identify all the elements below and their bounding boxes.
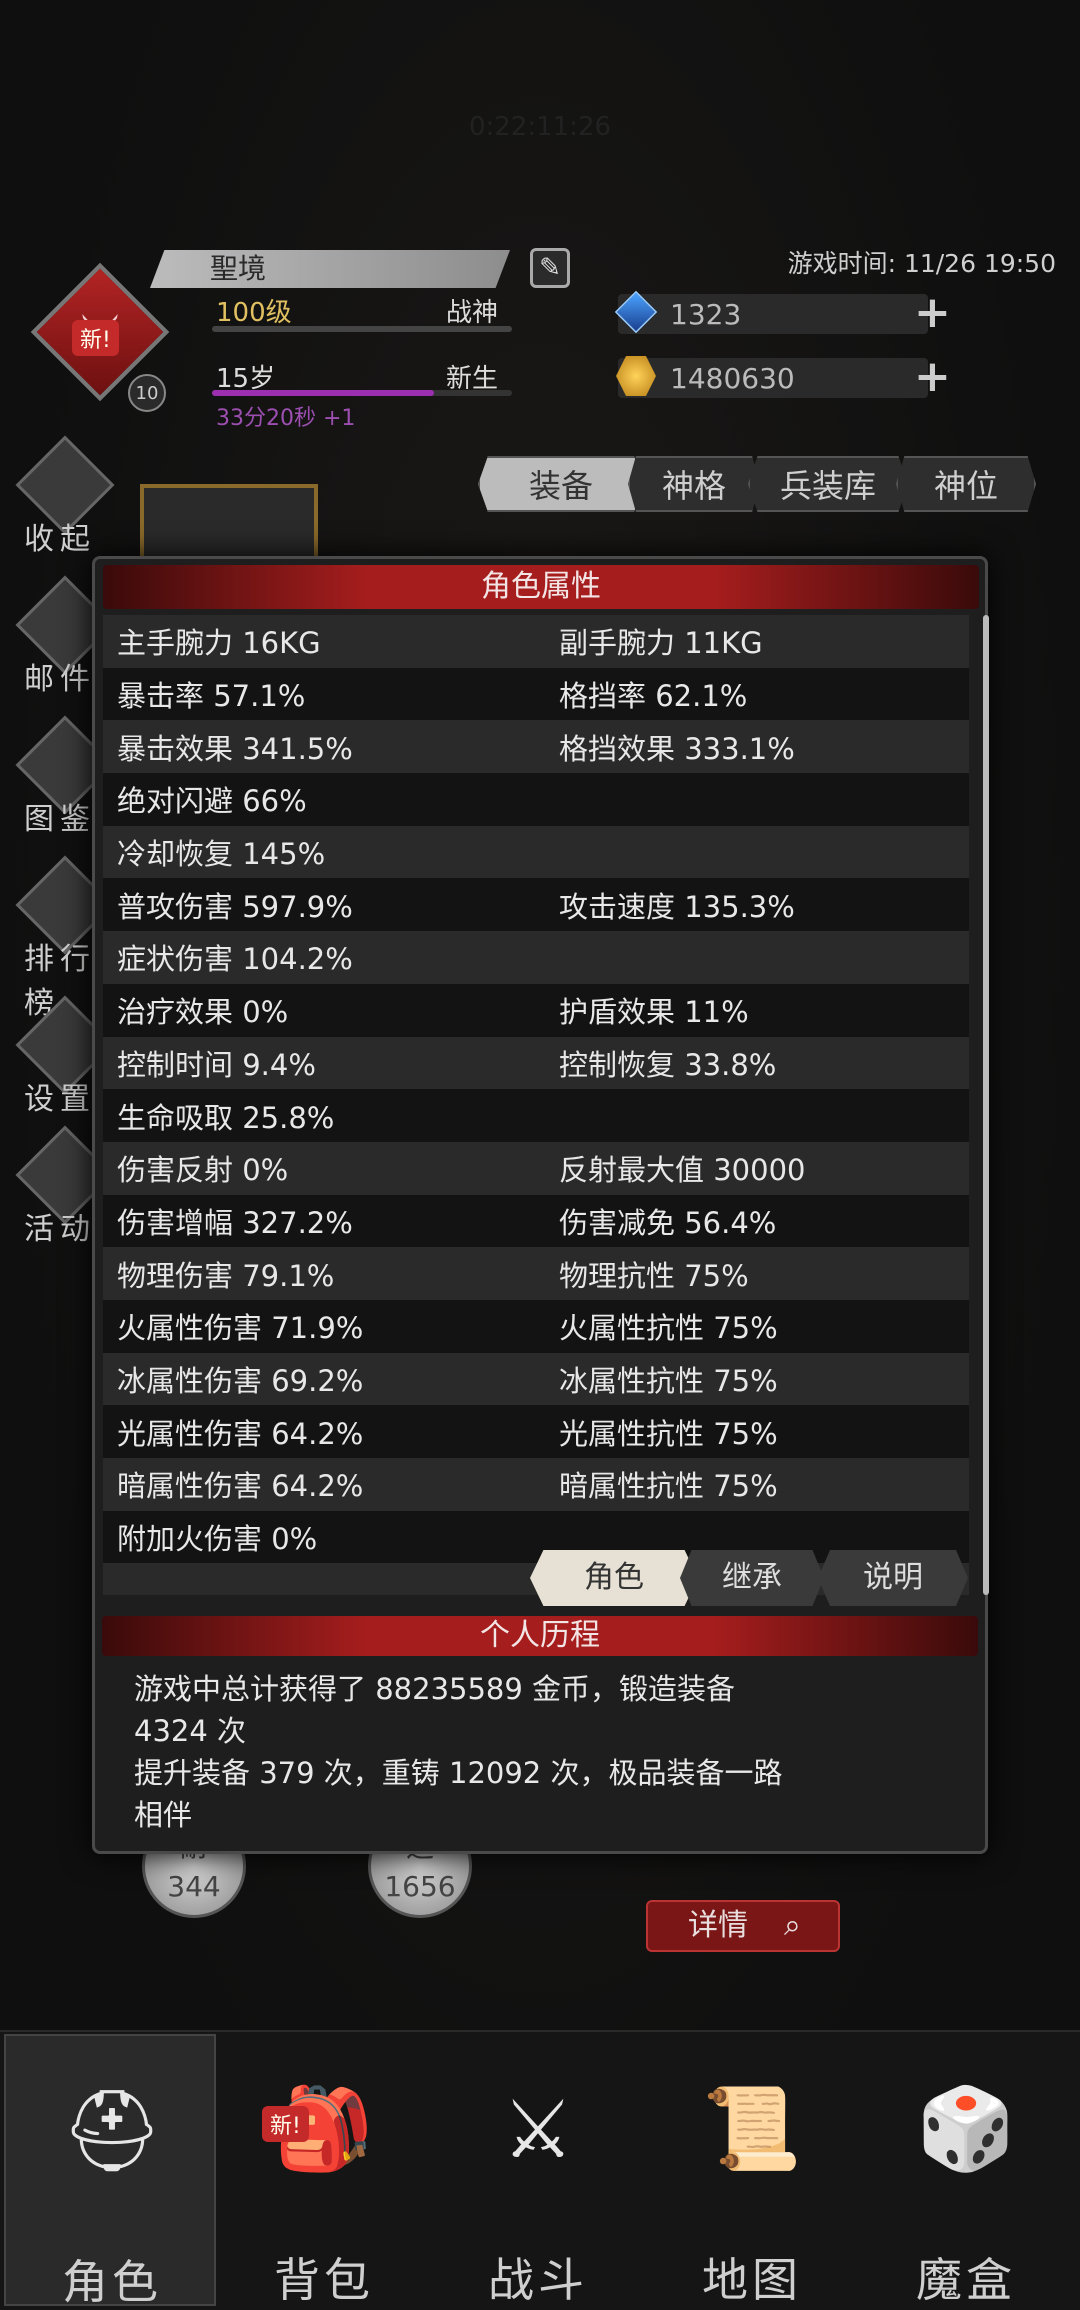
tab-divinity[interactable]: 神格 <box>628 456 760 512</box>
age-bar-fill <box>212 390 434 396</box>
attribute-left: 绝对闪避 66% <box>117 784 307 819</box>
attribute-right: 格挡率 62.1% <box>559 679 748 714</box>
attribute-left: 控制时间 9.4% <box>117 1047 316 1082</box>
add-coin-icon[interactable]: + <box>914 355 951 399</box>
attribute-row: 冰属性伤害 69.2% 冰属性抗性 75% <box>103 1352 969 1406</box>
attribute-right: 攻击速度 135.3% <box>559 889 795 924</box>
attribute-right: 护盾效果 11% <box>559 995 749 1030</box>
attribute-row: 光属性伤害 64.2% 光属性抗性 75% <box>103 1405 969 1458</box>
attribute-right: 副手腕力 11KG <box>559 626 763 661</box>
scrollbar[interactable] <box>983 615 989 1595</box>
attribute-row: 控制时间 9.4% 控制恢复 33.8% <box>103 1036 969 1090</box>
attribute-left: 暴击效果 341.5% <box>117 731 353 766</box>
attribute-right: 冰属性抗性 75% <box>559 1363 778 1398</box>
attribute-right: 物理抗性 75% <box>559 1258 749 1293</box>
add-gem-icon[interactable]: + <box>914 291 951 335</box>
exp-bar <box>212 326 512 332</box>
age-timer: 33分20秒 +1 <box>216 406 356 431</box>
tab-armory[interactable]: 兵装库 <box>748 456 908 512</box>
edit-icon[interactable]: ✎ <box>530 248 570 288</box>
attribute-left: 伤害增幅 327.2% <box>117 1205 353 1240</box>
subtab-explain[interactable]: 说明 <box>818 1550 968 1606</box>
backpack-new-tag: 新! <box>262 2106 309 2142</box>
magic-box-icon: 🎲 <box>916 2082 1016 2175</box>
side-collapse[interactable]: 收起 <box>14 435 118 557</box>
subtab-inherit[interactable]: 继承 <box>680 1550 824 1606</box>
nav-magic-box[interactable]: 🎲 魔盒 <box>860 2034 1072 2307</box>
nav-map[interactable]: 📜 地图 <box>646 2034 858 2307</box>
attribute-row: 暴击效果 341.5% 格挡效果 333.1% <box>103 720 969 774</box>
attribute-left: 主手腕力 16KG <box>117 626 321 661</box>
subtab-role[interactable]: 角色 <box>530 1550 698 1606</box>
gem-pill <box>618 294 928 334</box>
new-tag: 新! <box>72 320 119 356</box>
attribute-row: 症状伤害 104.2% <box>103 931 969 984</box>
attribute-row: 伤害增幅 327.2% 伤害减免 56.4% <box>103 1194 969 1248</box>
history-text: 游戏中总计获得了 88235589 金币，锻造装备 4324 次 提升装备 37… <box>134 1672 783 1832</box>
attribute-modal: 角色属性 主手腕力 16KG 副手腕力 11KG 暴击率 57.1% 格挡率 62.1… <box>92 556 989 1854</box>
attribute-left: 冰属性伤害 69.2% <box>117 1363 364 1398</box>
attribute-left: 物理伤害 79.1% <box>117 1258 335 1293</box>
attribute-row: 物理伤害 79.1% 物理抗性 75% <box>103 1247 969 1300</box>
attribute-row: 生命吸取 25.8% <box>103 1089 969 1142</box>
attribute-right: 火属性抗性 75% <box>559 1311 778 1346</box>
scroll-map-icon: 📜 <box>702 2082 802 2175</box>
attribute-row: 火属性伤害 71.9% 火属性抗性 75% <box>103 1299 969 1353</box>
tab-god-seat[interactable]: 神位 <box>896 456 1036 512</box>
gem-count: 1323 <box>670 298 742 331</box>
attribute-row: 主手腕力 16KG 副手腕力 11KG <box>103 615 969 668</box>
attribute-left: 暗属性伤害 64.2% <box>117 1469 364 1504</box>
attribute-row: 治疗效果 0% 护盾效果 11% <box>103 983 969 1037</box>
attribute-list[interactable]: 主手腕力 16KG 副手腕力 11KG 暴击率 57.1% 格挡率 62.1% 暴击效果… <box>103 615 969 1595</box>
player-level: 100级 <box>216 298 292 328</box>
level-badge: 10 <box>128 374 166 412</box>
tab-equipment[interactable]: 装备 <box>478 456 644 512</box>
nav-backpack[interactable]: 🎒 新! 背包 <box>218 2034 430 2307</box>
player-name: 聖境 <box>150 250 510 288</box>
attribute-row: 暴击率 57.1% 格挡率 62.1% <box>103 667 969 721</box>
attribute-left: 附加火伤害 0% <box>117 1522 318 1557</box>
modal-title: 角色属性 <box>103 565 979 609</box>
attribute-right: 伤害减免 56.4% <box>559 1205 777 1240</box>
attribute-right: 控制恢复 33.8% <box>559 1047 777 1082</box>
attribute-right: 暗属性抗性 75% <box>559 1469 778 1504</box>
attribute-row: 绝对闪避 66% <box>103 773 969 826</box>
attribute-row: 冷却恢复 145% <box>103 825 969 879</box>
attribute-left: 暴击率 57.1% <box>117 679 306 714</box>
equipment-slot[interactable] <box>140 484 318 564</box>
attribute-left: 冷却恢复 145% <box>117 837 326 872</box>
nav-battle[interactable]: ⚔ 战斗 <box>432 2034 644 2308</box>
coin-count: 1480630 <box>670 362 795 395</box>
attribute-row: 暗属性伤害 64.2% 暗属性抗性 75% <box>103 1458 969 1511</box>
attribute-right: 格挡效果 333.1% <box>559 731 795 766</box>
search-icon: ⌕ <box>784 1908 801 1943</box>
nav-role[interactable]: ⛑ 角色 <box>4 2034 216 2309</box>
attribute-left: 治疗效果 0% <box>117 995 289 1030</box>
attribute-row: 普攻伤害 597.9% 攻击速度 135.3% <box>103 878 969 932</box>
attribute-left: 普攻伤害 597.9% <box>117 889 353 924</box>
history-title: 个人历程 <box>102 1616 978 1656</box>
attribute-left: 生命吸取 25.8% <box>117 1100 335 1135</box>
sword-shield-icon: ⚔ <box>502 2082 574 2176</box>
attribute-left: 伤害反射 0% <box>117 1153 289 1188</box>
attribute-right: 反射最大值 30000 <box>559 1153 806 1188</box>
status-bar: 0:22:11:26 <box>468 112 612 142</box>
attribute-left: 症状伤害 104.2% <box>117 942 353 977</box>
attribute-left: 火属性伤害 71.9% <box>117 1311 364 1346</box>
game-time: 游戏时间: 11/26 19:50 <box>787 249 1056 278</box>
attribute-left: 光属性伤害 64.2% <box>117 1416 364 1451</box>
player-title: 战神 <box>446 298 499 328</box>
attribute-row: 伤害反射 0% 反射最大值 30000 <box>103 1141 969 1195</box>
detail-button[interactable]: 详情 ⌕ <box>646 1900 840 1952</box>
attribute-right: 光属性抗性 75% <box>559 1416 778 1451</box>
helmet-icon: ⛑ <box>61 2084 163 2177</box>
